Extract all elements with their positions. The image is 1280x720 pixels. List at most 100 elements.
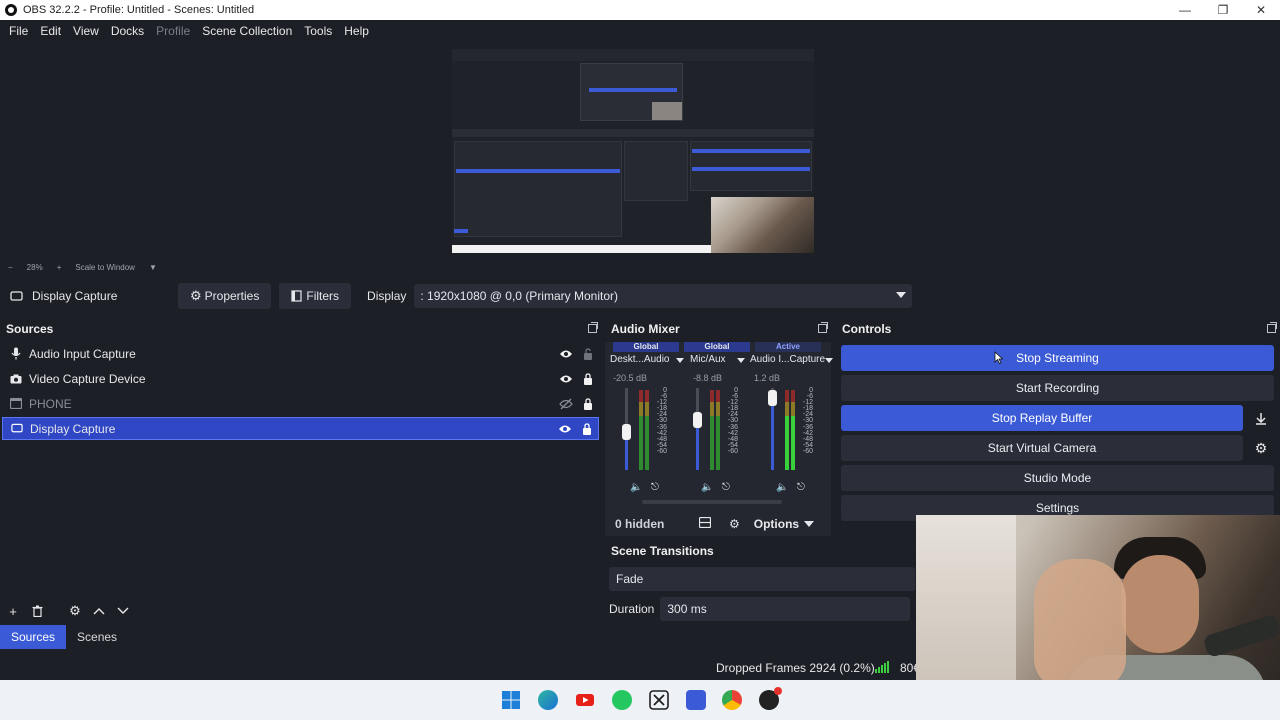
- chevron-down-icon[interactable]: [676, 358, 684, 363]
- move-up-icon[interactable]: [92, 604, 106, 618]
- lock-icon[interactable]: [577, 372, 599, 386]
- current-source: Display Capture: [0, 289, 178, 303]
- studio-mode-button[interactable]: Studio Mode: [841, 465, 1274, 491]
- menu-docks[interactable]: Docks: [105, 24, 150, 38]
- preview-area[interactable]: [0, 42, 1280, 260]
- undock-icon[interactable]: [1267, 322, 1277, 333]
- volume-fader[interactable]: [696, 388, 699, 470]
- app-icon[interactable]: [686, 690, 706, 710]
- chrome-icon[interactable]: [722, 690, 742, 710]
- scale-mode-dropdown-icon[interactable]: ▼: [149, 263, 157, 272]
- menu-profile[interactable]: Profile: [150, 24, 196, 38]
- add-source-icon[interactable]: +: [6, 604, 20, 619]
- menu-help[interactable]: Help: [338, 24, 375, 38]
- eye-icon[interactable]: [554, 422, 576, 436]
- menu-tools[interactable]: Tools: [298, 24, 338, 38]
- youtube-icon[interactable]: [575, 690, 595, 710]
- preview-zoom-bar: − 28% + Scale to Window ▼: [0, 260, 1280, 274]
- channel-db: -20.5 dB: [613, 373, 648, 383]
- source-item-display-capture[interactable]: Display Capture: [2, 417, 599, 440]
- edge-icon[interactable]: [538, 690, 558, 710]
- gear-icon: ⚙: [190, 288, 202, 303]
- controls-dock-title: Controls: [836, 318, 1280, 340]
- display-select[interactable]: : 1920x1080 @ 0,0 (Primary Monitor): [414, 284, 913, 308]
- eye-icon[interactable]: [555, 347, 577, 361]
- source-item-phone[interactable]: PHONE: [2, 392, 599, 415]
- mixer-footer: 0 hidden ⚙ Options: [605, 512, 831, 536]
- minimize-button[interactable]: —: [1166, 0, 1204, 20]
- chevron-down-icon[interactable]: [825, 358, 833, 363]
- menu-edit[interactable]: Edit: [34, 24, 67, 38]
- undock-icon[interactable]: [818, 322, 828, 333]
- source-name: Audio Input Capture: [29, 346, 136, 361]
- source-item-audio-input[interactable]: Audio Input Capture: [2, 342, 599, 365]
- menu-file[interactable]: File: [3, 24, 34, 38]
- volume-fader-knob[interactable]: [622, 424, 631, 440]
- duration-value: 300 ms: [667, 602, 707, 616]
- db-scale: 0 -6 -12 -18 -24 -30 -36 -42 -48 -54 -60: [727, 387, 738, 455]
- start-virtual-camera-button[interactable]: Start Virtual Camera: [841, 435, 1243, 461]
- save-replay-icon[interactable]: [1248, 405, 1274, 431]
- layout-icon[interactable]: [698, 516, 712, 531]
- undock-icon[interactable]: [588, 322, 598, 333]
- window-icon: [10, 398, 22, 410]
- level-meter: [710, 390, 714, 470]
- lock-icon[interactable]: [576, 422, 598, 436]
- gear-icon[interactable]: ⚙: [1248, 435, 1274, 461]
- audio-mixer: Global Deskt...Audio -20.5 dB 0 -6 -12 -18-…: [605, 342, 833, 536]
- close-button[interactable]: ✕: [1242, 0, 1280, 20]
- zoom-in-button[interactable]: +: [57, 263, 62, 272]
- monitor-off-icon[interactable]: ⎋: [651, 482, 663, 493]
- preview-canvas[interactable]: [452, 49, 814, 253]
- move-down-icon[interactable]: [116, 604, 130, 618]
- start-recording-button[interactable]: Start Recording: [841, 375, 1274, 401]
- menu-scene-collection[interactable]: Scene Collection: [196, 24, 298, 38]
- scale-mode[interactable]: Scale to Window: [75, 263, 135, 272]
- duration-row: Duration 300 ms: [609, 597, 911, 621]
- trash-icon[interactable]: [30, 604, 44, 618]
- volume-fader-knob[interactable]: [768, 390, 777, 406]
- eye-hidden-icon[interactable]: [555, 397, 577, 411]
- lock-icon[interactable]: [577, 397, 599, 411]
- whatsapp-icon[interactable]: [612, 690, 632, 710]
- level-meter: [791, 390, 795, 470]
- duration-input[interactable]: 300 ms: [660, 597, 911, 621]
- source-name: Video Capture Device: [29, 371, 146, 386]
- zoom-out-button[interactable]: −: [8, 263, 13, 272]
- volume-fader-knob[interactable]: [693, 412, 702, 428]
- preview-webcam: [711, 197, 814, 253]
- restore-button[interactable]: ❐: [1204, 0, 1242, 20]
- unlock-icon[interactable]: [577, 347, 599, 361]
- transitions-dock-title: Scene Transitions: [605, 540, 915, 562]
- speaker-icon[interactable]: 🔈: [776, 482, 788, 493]
- title-bar: OBS 32.2.2 - Profile: Untitled - Scenes:…: [0, 0, 1280, 20]
- monitor-off-icon[interactable]: ⎋: [722, 482, 734, 493]
- tab-sources[interactable]: Sources: [0, 625, 67, 649]
- eye-icon[interactable]: [555, 372, 577, 386]
- mixer-scrollbar[interactable]: [612, 500, 812, 504]
- gear-icon[interactable]: ⚙: [68, 603, 82, 618]
- windows-start-icon[interactable]: [501, 690, 521, 710]
- source-item-video-capture[interactable]: Video Capture Device: [2, 367, 599, 390]
- stop-streaming-button[interactable]: Stop Streaming: [841, 345, 1274, 371]
- menu-view[interactable]: View: [67, 24, 105, 38]
- tab-scenes[interactable]: Scenes: [66, 625, 128, 649]
- chevron-down-icon[interactable]: [737, 358, 745, 363]
- stop-replay-buffer-button[interactable]: Stop Replay Buffer: [841, 405, 1243, 431]
- channel-name: Deskt...Audio: [610, 354, 670, 365]
- monitor-off-icon[interactable]: ⎋: [797, 482, 809, 493]
- speaker-icon[interactable]: 🔈: [630, 482, 642, 493]
- transition-select[interactable]: Fade: [609, 567, 915, 591]
- dropped-frames: Dropped Frames 2924 (0.2%): [716, 661, 875, 675]
- filters-label: Filters: [306, 289, 340, 303]
- transition-select-value: Fade: [616, 572, 644, 586]
- obs-taskbar-icon[interactable]: [759, 687, 782, 710]
- mixer-options-button[interactable]: Options: [754, 517, 815, 531]
- filters-button[interactable]: Filters: [279, 283, 352, 309]
- xbox-icon[interactable]: [649, 690, 669, 710]
- properties-button[interactable]: ⚙ Properties: [178, 283, 272, 309]
- level-meter: [645, 390, 649, 470]
- advanced-audio-icon[interactable]: ⚙: [729, 517, 740, 531]
- speaker-icon[interactable]: 🔈: [701, 482, 713, 493]
- sources-list: Audio Input Capture Video Capture Device…: [0, 342, 601, 592]
